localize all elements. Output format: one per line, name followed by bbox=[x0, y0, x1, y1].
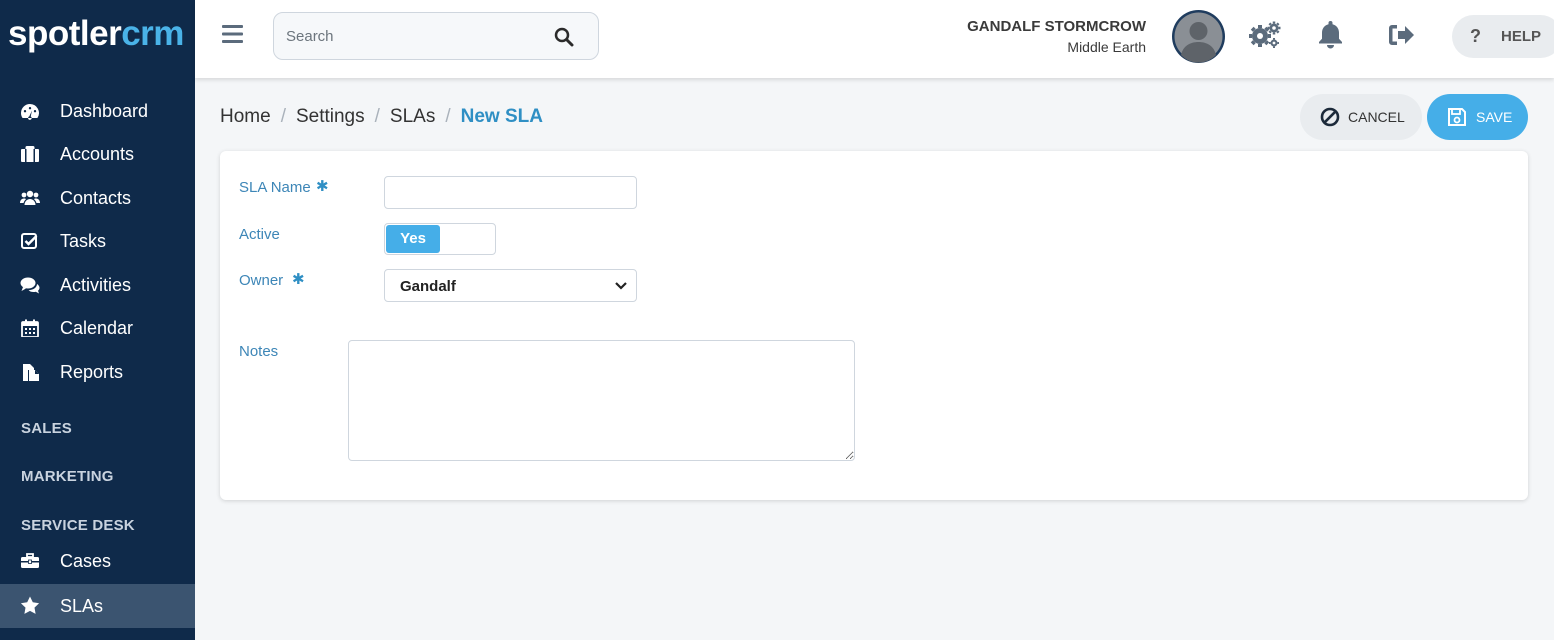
sidebar-item-calendar[interactable]: Calendar bbox=[0, 308, 195, 348]
active-toggle[interactable]: Yes bbox=[384, 223, 496, 255]
search-input[interactable] bbox=[286, 25, 536, 47]
cancel-label: CANCEL bbox=[1348, 109, 1405, 125]
star-icon bbox=[20, 596, 40, 614]
sidebar-item-tasks[interactable]: Tasks bbox=[0, 221, 195, 261]
search-box bbox=[273, 12, 599, 60]
calendar-icon bbox=[21, 319, 39, 337]
save-floppy-icon bbox=[1448, 108, 1466, 126]
sidebar-item-label: SLAs bbox=[60, 595, 104, 616]
sidebar-item-accounts[interactable]: Accounts bbox=[0, 134, 195, 174]
sla-name-label: SLA Name bbox=[239, 179, 311, 196]
sidebar-item-contacts[interactable]: Contacts bbox=[0, 178, 195, 218]
sidebar-item-label: Activities bbox=[60, 274, 132, 295]
comments-icon bbox=[20, 277, 40, 294]
checkbox-icon bbox=[21, 233, 38, 249]
avatar[interactable] bbox=[1172, 10, 1225, 63]
toolbox-icon bbox=[21, 553, 39, 568]
breadcrumb-separator: / bbox=[280, 106, 286, 127]
sidebar-item-label: Accounts bbox=[60, 143, 135, 164]
save-button[interactable]: SAVE bbox=[1427, 94, 1528, 140]
section-service-desk[interactable]: SERVICE DESK bbox=[21, 517, 135, 534]
owner-select-value: Gandalf bbox=[400, 278, 456, 295]
breadcrumb-separator: / bbox=[445, 106, 451, 127]
breadcrumb-current: New SLA bbox=[460, 106, 543, 127]
notes-label: Notes bbox=[239, 343, 279, 360]
cancel-ban-icon bbox=[1320, 107, 1340, 127]
save-label: SAVE bbox=[1476, 109, 1513, 125]
dashboard-icon bbox=[21, 104, 39, 120]
sidebar-item-label: Reports bbox=[60, 361, 124, 382]
sidebar-item-label: Cases bbox=[60, 550, 112, 571]
breadcrumb-separator: / bbox=[374, 106, 380, 127]
section-marketing[interactable]: MARKETING bbox=[21, 468, 114, 485]
sidebar-item-label: Dashboard bbox=[60, 100, 149, 121]
reports-icon bbox=[23, 364, 39, 381]
user-location: Middle Earth bbox=[1067, 39, 1146, 55]
briefcase-icon bbox=[21, 146, 39, 162]
sidebar-item-reports[interactable]: Reports bbox=[0, 352, 195, 392]
help-button[interactable]: ? HELP bbox=[1452, 15, 1554, 58]
notifications-bell-icon[interactable] bbox=[1317, 19, 1344, 49]
help-icon: ? bbox=[1470, 26, 1481, 46]
sidebar-item-label: Calendar bbox=[60, 317, 134, 338]
notes-textarea[interactable] bbox=[348, 340, 855, 461]
sla-name-input[interactable] bbox=[384, 176, 637, 209]
sidebar-item-cases[interactable]: Cases bbox=[0, 541, 195, 581]
section-sales[interactable]: SALES bbox=[21, 420, 72, 437]
logo[interactable]: spotlercrm bbox=[8, 14, 184, 54]
user-name: GANDALF STORMCROW bbox=[967, 18, 1146, 35]
sidebar-item-label: Tasks bbox=[60, 230, 107, 251]
hamburger-menu-icon[interactable] bbox=[222, 24, 244, 44]
required-marker: ✱ bbox=[316, 178, 329, 195]
chevron-down-icon bbox=[615, 282, 627, 290]
settings-gears-icon[interactable] bbox=[1248, 20, 1282, 50]
active-label: Active bbox=[239, 226, 280, 243]
breadcrumb-home[interactable]: Home bbox=[220, 106, 271, 127]
owner-label: Owner bbox=[239, 272, 284, 289]
logout-icon[interactable] bbox=[1388, 23, 1415, 47]
sidebar-item-dashboard[interactable]: Dashboard bbox=[0, 91, 195, 131]
active-toggle-yes: Yes bbox=[386, 225, 440, 253]
users-icon bbox=[20, 190, 40, 205]
sidebar-item-slas[interactable]: SLAs bbox=[0, 584, 195, 628]
sidebar: spotlercrm Dashboard Accounts Contacts T… bbox=[0, 0, 195, 640]
cancel-button[interactable]: CANCEL bbox=[1300, 94, 1422, 140]
required-marker: ✱ bbox=[292, 271, 305, 288]
breadcrumb: Home / Settings / SLAs / New SLA bbox=[220, 106, 543, 128]
breadcrumb-slas[interactable]: SLAs bbox=[390, 106, 435, 127]
sidebar-item-activities[interactable]: Activities bbox=[0, 265, 195, 305]
search-icon[interactable] bbox=[554, 27, 574, 47]
sidebar-item-label: Contacts bbox=[60, 187, 132, 208]
user-avatar-icon bbox=[1174, 12, 1223, 63]
owner-select[interactable]: Gandalf bbox=[384, 269, 637, 302]
help-label: HELP bbox=[1501, 28, 1542, 45]
breadcrumb-settings[interactable]: Settings bbox=[296, 106, 365, 127]
